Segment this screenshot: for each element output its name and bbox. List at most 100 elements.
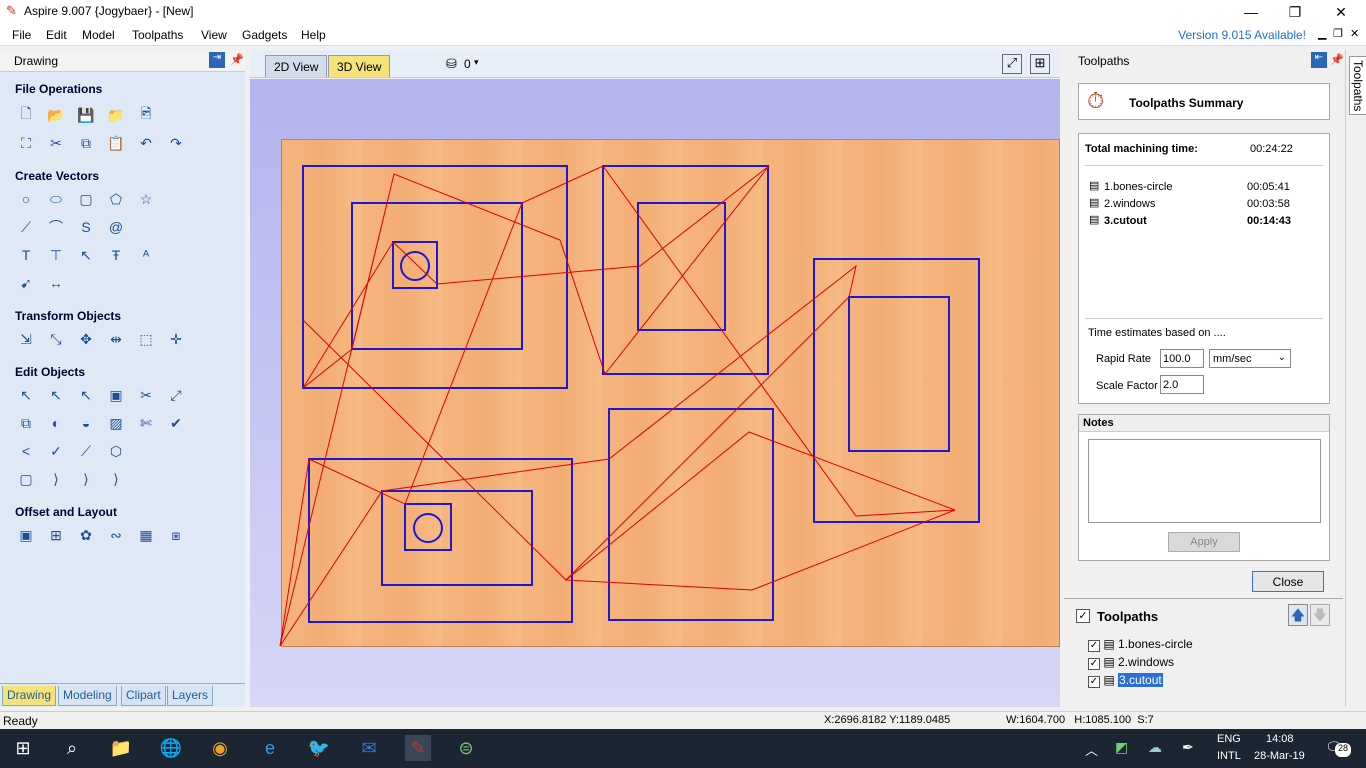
- menu-gadgets[interactable]: Gadgets: [242, 28, 287, 42]
- copy-icon[interactable]: ⧉: [75, 132, 97, 154]
- tab-drawing[interactable]: Drawing: [2, 686, 57, 706]
- close-button[interactable]: Close: [1252, 571, 1324, 592]
- chevron-up-icon[interactable]: ︿: [1085, 740, 1098, 759]
- edge-icon[interactable]: e: [257, 735, 283, 761]
- tab-icon[interactable]: ⟩: [45, 468, 67, 490]
- intersect-icon[interactable]: ◒: [75, 412, 97, 434]
- undo-icon[interactable]: ↶: [135, 132, 157, 154]
- list-item[interactable]: ✓ ▤ 2.windows: [1088, 655, 1174, 670]
- outlook-icon[interactable]: ✉: [356, 735, 382, 761]
- interactive-select-icon[interactable]: ↖: [75, 384, 97, 406]
- clock-time[interactable]: 14:08: [1266, 733, 1294, 745]
- layer-count[interactable]: 0: [464, 57, 471, 71]
- trace-bitmap-icon[interactable]: ➹: [15, 272, 37, 294]
- menu-edit[interactable]: Edit: [46, 28, 67, 42]
- rotate-icon[interactable]: ✥: [75, 328, 97, 350]
- checkbox-icon[interactable]: ✓: [1088, 640, 1100, 652]
- language-code[interactable]: ENG: [1217, 733, 1241, 745]
- group-icon[interactable]: ▣: [105, 384, 127, 406]
- circular-copy-icon[interactable]: ✿: [75, 524, 97, 546]
- grid-array-icon[interactable]: ▦: [135, 524, 157, 546]
- aspire-app-icon[interactable]: ✎: [405, 735, 431, 761]
- dogbone-icon[interactable]: ⟩: [75, 468, 97, 490]
- text-icon[interactable]: T: [15, 244, 37, 266]
- search-icon[interactable]: ⌕: [59, 735, 85, 761]
- import-icon[interactable]: 📁: [105, 104, 127, 126]
- autolayout-text-icon[interactable]: Ŧ: [105, 244, 127, 266]
- tray-app-icon[interactable]: ◩: [1115, 739, 1128, 756]
- curve-icon[interactable]: ⌒: [45, 216, 67, 238]
- spiral-icon[interactable]: @: [105, 216, 127, 238]
- weld-icon[interactable]: ⧉: [15, 412, 37, 434]
- file-explorer-icon[interactable]: 📁: [108, 735, 134, 761]
- align-icon[interactable]: ✛: [165, 328, 187, 350]
- scale-icon[interactable]: ⤡: [45, 328, 67, 350]
- mirror-icon[interactable]: ⇹: [105, 328, 127, 350]
- move-up-icon[interactable]: 🡅: [1288, 604, 1308, 626]
- rapid-rate-input[interactable]: [1160, 349, 1204, 368]
- text-on-curve-icon[interactable]: ↖: [75, 244, 97, 266]
- pin-icon[interactable]: 📌: [230, 53, 244, 66]
- panel-toggle-icon[interactable]: ⇤: [1311, 52, 1327, 68]
- tab-layers[interactable]: Layers: [167, 686, 214, 706]
- zoom-extents-icon[interactable]: ⛶: [15, 132, 37, 154]
- rapid-unit-select[interactable]: mm/sec ⌄: [1209, 349, 1291, 368]
- subtract-icon[interactable]: ◐: [45, 412, 67, 434]
- mdi-restore-button[interactable]: ❐: [1333, 27, 1343, 40]
- close-window-button[interactable]: ✕: [1318, 0, 1364, 24]
- nesting-icon[interactable]: ⧆: [165, 524, 187, 546]
- toolpaths-visibility-checkbox[interactable]: ✓: [1076, 609, 1090, 623]
- restore-button[interactable]: ❐: [1272, 0, 1318, 24]
- tab-clipart[interactable]: Clipart: [121, 686, 166, 706]
- text-box-icon[interactable]: ⊤: [45, 244, 67, 266]
- redo-icon[interactable]: ↷: [165, 132, 187, 154]
- pin-icon[interactable]: 📌: [1330, 53, 1344, 66]
- offset-icon[interactable]: ⬡: [105, 440, 127, 462]
- import-bitmap-icon[interactable]: 🖻: [135, 104, 157, 126]
- minimize-button[interactable]: —: [1228, 0, 1274, 24]
- tab-3d-view[interactable]: 3D View: [328, 55, 391, 77]
- zoom-all-icon[interactable]: ⤢: [1002, 54, 1022, 74]
- chrome-icon[interactable]: ◉: [207, 735, 233, 761]
- checkbox-icon[interactable]: ✓: [1088, 658, 1100, 670]
- tab-modeling[interactable]: Modeling: [58, 686, 117, 706]
- menu-model[interactable]: Model: [82, 28, 115, 42]
- join-icon[interactable]: ✄: [135, 412, 157, 434]
- text-arc-icon[interactable]: ᴬ: [135, 244, 157, 266]
- side-tab-toolpaths[interactable]: Toolpaths: [1349, 56, 1366, 116]
- clock-date[interactable]: 28-Mar-19: [1254, 750, 1305, 762]
- mdi-close-button[interactable]: ✕: [1350, 27, 1359, 40]
- close-vector-icon[interactable]: ✔: [165, 412, 187, 434]
- list-item[interactable]: ✓ ▤ 1.bones-circle: [1088, 637, 1193, 652]
- version-link[interactable]: Version 9.015 Available!: [1178, 28, 1306, 42]
- apply-button[interactable]: Apply: [1168, 532, 1240, 552]
- open-file-icon[interactable]: 📂: [45, 104, 67, 126]
- app-green-icon[interactable]: ⊜: [453, 735, 479, 761]
- move-down-icon[interactable]: 🡇: [1310, 604, 1330, 626]
- node-edit-icon[interactable]: ↖: [45, 384, 67, 406]
- spline-icon[interactable]: S: [75, 216, 97, 238]
- mdi-minimize-button[interactable]: ▁: [1318, 27, 1326, 40]
- menu-toolpaths[interactable]: Toolpaths: [132, 28, 183, 42]
- polygon-icon[interactable]: ⬠: [105, 188, 127, 210]
- menu-file[interactable]: File: [12, 28, 31, 42]
- polyline-icon[interactable]: ⟋: [15, 216, 37, 238]
- network-icon[interactable]: ☁: [1148, 739, 1162, 756]
- offset-vector-icon[interactable]: ▣: [15, 524, 37, 546]
- list-item[interactable]: ✓ ▤ 3.cutout: [1088, 673, 1163, 688]
- new-file-icon[interactable]: 🗋: [15, 104, 37, 126]
- panel-toggle-icon[interactable]: ⇥: [209, 52, 225, 68]
- view-options-icon[interactable]: ⊞: [1030, 54, 1050, 74]
- cut-icon[interactable]: ✂: [45, 132, 67, 154]
- trim-icon[interactable]: ✂: [135, 384, 157, 406]
- distort-icon[interactable]: ⬚: [135, 328, 157, 350]
- app-bird-icon[interactable]: 🐦: [306, 735, 332, 761]
- extend-icon[interactable]: <: [15, 440, 37, 462]
- globe-icon[interactable]: 🌐: [158, 735, 184, 761]
- windows-start-icon[interactable]: ⊞: [10, 735, 36, 761]
- tab-2d-view[interactable]: 2D View: [265, 55, 328, 77]
- layer-stack-icon[interactable]: ⛁: [446, 56, 457, 72]
- move-icon[interactable]: ⇲: [15, 328, 37, 350]
- notes-textarea[interactable]: [1088, 439, 1321, 523]
- language-layout[interactable]: INTL: [1217, 750, 1241, 762]
